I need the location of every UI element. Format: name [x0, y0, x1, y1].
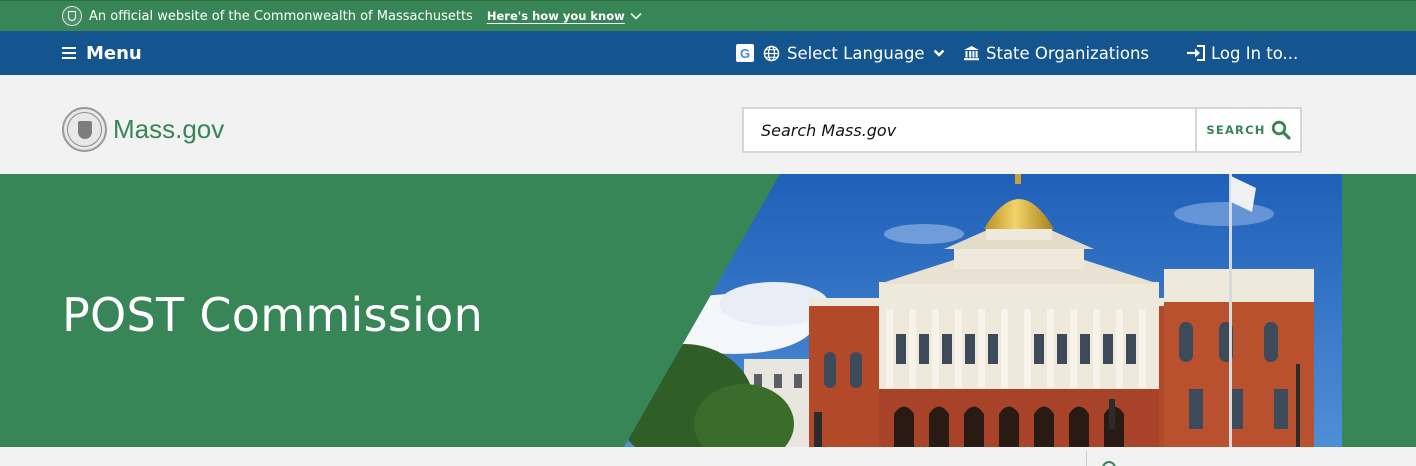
menu-label: Menu	[86, 42, 142, 64]
content-top-strip	[0, 447, 1416, 466]
login-button[interactable]: Log In to...	[1186, 31, 1298, 75]
official-banner: An official website of the Commonwealth …	[0, 0, 1416, 31]
mass-gov-logo[interactable]: Mass.gov	[62, 107, 224, 152]
building-icon	[964, 46, 979, 61]
utility-nav: Menu G Select Language State Organizatio…	[0, 31, 1416, 75]
menu-button[interactable]: Menu	[62, 31, 142, 75]
seal-icon	[62, 6, 82, 26]
search-icon	[1102, 461, 1116, 466]
search-input[interactable]	[744, 109, 1195, 151]
search-form: SEARCH	[742, 107, 1302, 153]
logo-text: Mass.gov	[113, 114, 225, 144]
search-button[interactable]: SEARCH	[1195, 109, 1300, 151]
how-you-know-label: Here's how you know	[486, 9, 625, 23]
select-language-label: Select Language	[787, 43, 925, 63]
how-you-know-link[interactable]: Here's how you know	[487, 9, 642, 23]
search-button-label: SEARCH	[1206, 123, 1266, 137]
login-label: Log In to...	[1211, 43, 1299, 63]
official-site-text: An official website of the Commonwealth …	[89, 8, 473, 24]
globe-icon	[763, 45, 780, 61]
login-icon	[1187, 45, 1205, 61]
caret-down-icon	[933, 49, 944, 57]
chevron-down-icon	[630, 12, 642, 20]
hero-banner: POST Commission	[0, 174, 1416, 447]
search-icon	[1271, 120, 1291, 140]
massachusetts-state-house-photo	[624, 174, 1342, 447]
select-language-button[interactable]: G Select Language	[736, 31, 945, 75]
seal-icon	[62, 107, 107, 152]
state-organizations-label: State Organizations	[986, 43, 1150, 63]
site-header: Mass.gov SEARCH	[0, 75, 1416, 174]
google-icon: G	[736, 44, 754, 62]
sidebar-divider	[1086, 451, 1087, 466]
hamburger-icon	[62, 47, 76, 59]
page-title: POST Commission	[62, 288, 484, 342]
state-organizations-button[interactable]: State Organizations	[963, 31, 1149, 75]
